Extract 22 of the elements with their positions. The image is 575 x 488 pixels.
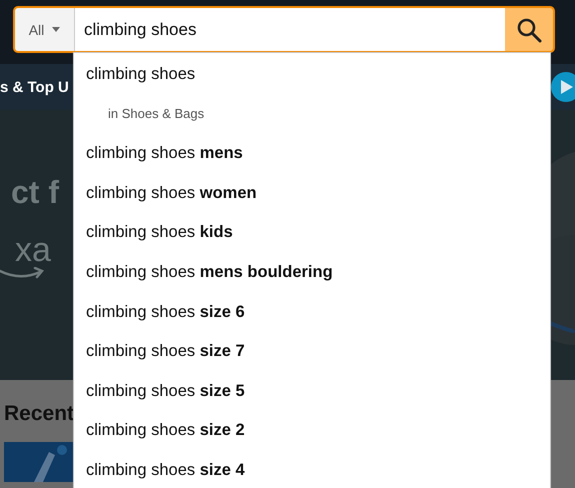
suggestion-item[interactable]: climbing shoes size 7 <box>74 338 550 378</box>
search-field[interactable]: climbing shoes <box>75 8 505 51</box>
search-icon <box>516 16 542 42</box>
search-button[interactable] <box>505 8 553 51</box>
suggestion-item[interactable]: climbing shoes size 5 <box>74 378 550 418</box>
smile-arrow-icon <box>0 267 46 281</box>
brand-logo: xa <box>15 233 52 267</box>
hero-headline: ct f <box>11 174 59 211</box>
suggestion-item[interactable]: climbing shoes <box>74 61 550 101</box>
suggestion-item[interactable]: climbing shoes size 2 <box>74 417 550 457</box>
suggestion-item[interactable]: climbing shoes size 4 <box>74 456 550 488</box>
nav-link[interactable]: s & Top U <box>0 78 69 96</box>
category-dropdown[interactable]: All <box>15 8 75 51</box>
suggestion-item[interactable]: climbing shoes size 6 <box>74 298 550 338</box>
section-title: Recent <box>4 402 76 426</box>
suggestion-item[interactable]: climbing shoes women <box>74 180 550 220</box>
suggestion-item[interactable]: climbing shoes mens <box>74 140 550 180</box>
department-suggestion[interactable]: in Shoes & Bags <box>74 100 550 140</box>
suggestion-item[interactable]: climbing shoes kids <box>74 219 550 259</box>
play-icon[interactable] <box>551 72 575 102</box>
suggestion-item[interactable]: climbing shoes mens bouldering <box>74 258 550 299</box>
caret-icon <box>52 27 60 32</box>
